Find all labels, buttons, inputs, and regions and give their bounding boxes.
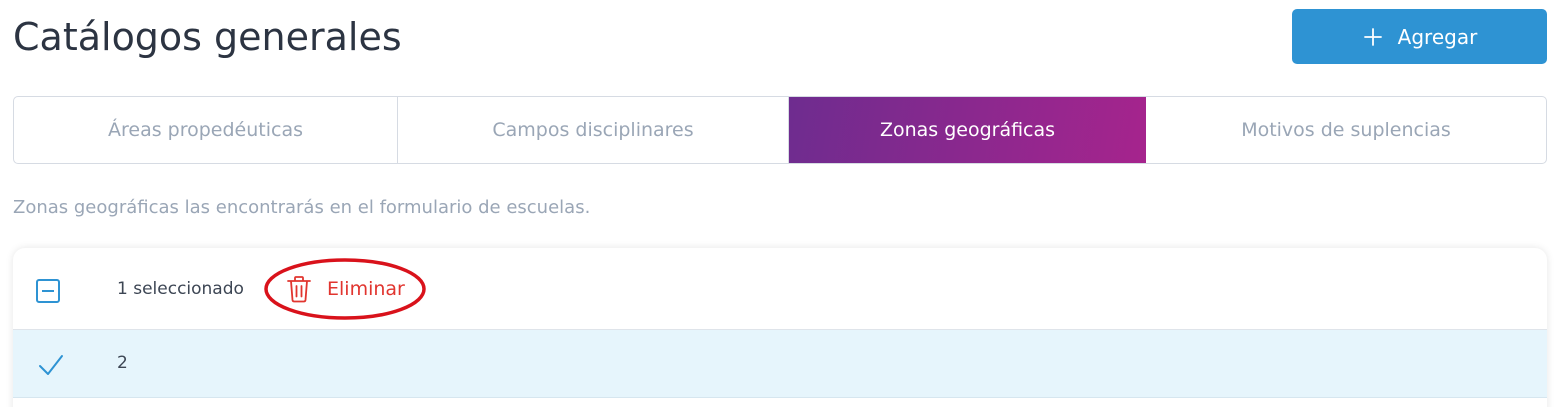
selected-count: 1 seleccionado (117, 279, 244, 299)
select-all-checkbox[interactable] (36, 279, 60, 303)
catalog-table: 1 seleccionado Eliminar 2 (13, 248, 1547, 407)
row-value: 2 (117, 353, 128, 373)
tab-label: Campos disciplinares (492, 119, 694, 141)
tab-description: Zonas geográficas las encontrarás en el … (13, 197, 591, 218)
table-row[interactable]: 2 (13, 330, 1547, 398)
tab-label: Motivos de suplencias (1241, 119, 1451, 141)
tab-motivos-de-suplencias[interactable]: Motivos de suplencias (1146, 97, 1546, 163)
tab-zonas-geograficas[interactable]: Zonas geográficas (789, 97, 1146, 163)
tab-areas-propedeuticas[interactable]: Áreas propedéuticas (14, 97, 398, 163)
page-title: Catálogos generales (13, 15, 402, 59)
add-button[interactable]: Agregar (1292, 9, 1547, 64)
trash-icon (287, 276, 311, 303)
catalog-tabs: Áreas propedéuticas Campos disciplinares… (13, 96, 1547, 164)
delete-button[interactable]: Eliminar (285, 270, 405, 308)
add-button-label: Agregar (1397, 24, 1478, 49)
delete-label: Eliminar (327, 278, 405, 300)
plus-icon (1363, 27, 1382, 46)
catalogs-page: Catálogos generales Agregar Áreas proped… (0, 0, 1561, 407)
selection-toolbar: 1 seleccionado Eliminar (13, 248, 1547, 330)
tab-campos-disciplinares[interactable]: Campos disciplinares (398, 97, 789, 163)
tab-label: Áreas propedéuticas (107, 119, 303, 141)
indeterminate-icon (42, 290, 54, 292)
tab-label: Zonas geográficas (879, 119, 1056, 141)
checkmark-icon[interactable] (37, 352, 65, 378)
